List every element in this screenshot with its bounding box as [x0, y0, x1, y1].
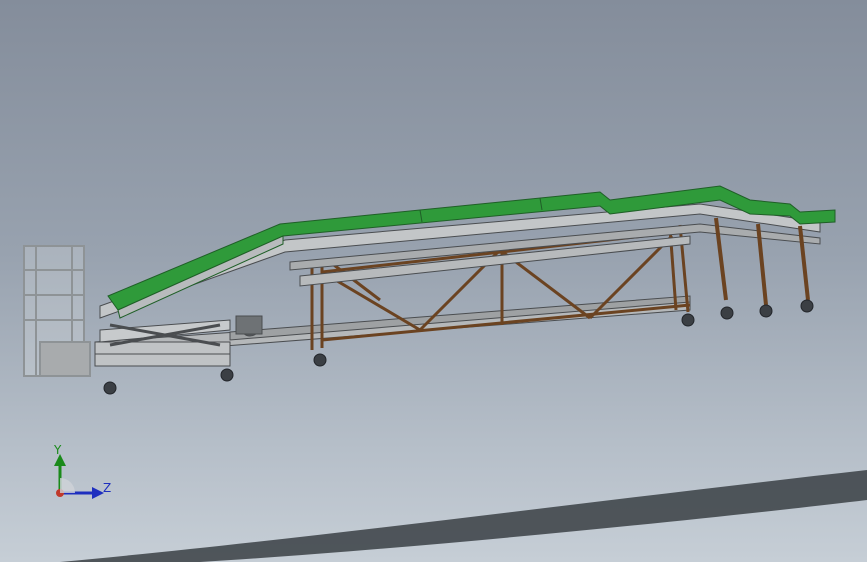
floor-shadow — [60, 470, 867, 562]
graphics-viewport[interactable]: Y Z — [0, 0, 867, 562]
conveyor-model-view[interactable] — [0, 0, 867, 562]
operator-railing — [23, 245, 91, 377]
z-axis-label: Z — [103, 481, 112, 495]
triad-arc — [60, 478, 75, 493]
y-axis-label: Y — [54, 443, 62, 457]
coordinate-triad — [54, 454, 104, 499]
